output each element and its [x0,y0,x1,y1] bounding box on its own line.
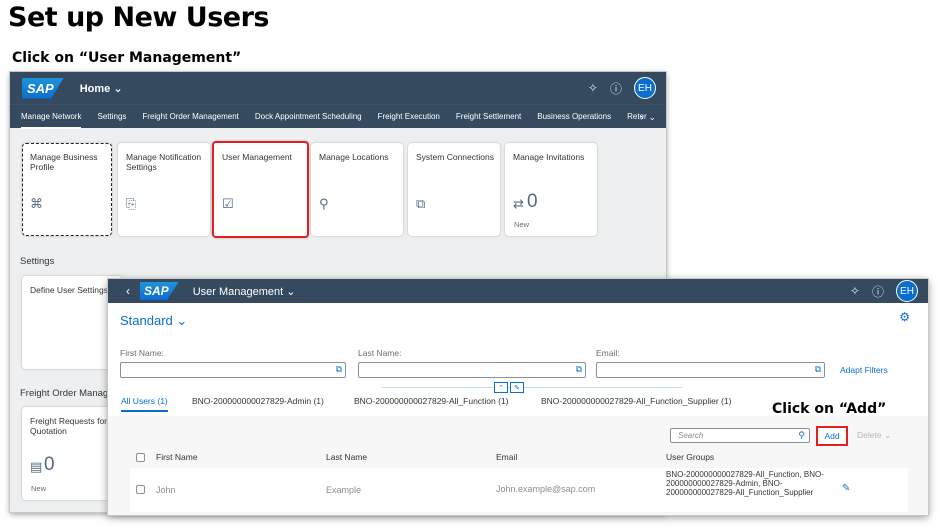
tab-all-function-group[interactable]: BNO-200000000027829-All_Function (1) [354,396,509,406]
cell-user-groups: BNO-200000000027829-All_Function, BNO-20… [666,470,824,497]
tab-manage-network[interactable]: Manage Network [21,105,82,129]
location-pin-icon: ⚲ [319,196,329,211]
search-input[interactable]: Search ⚲ [670,428,810,443]
section-freight-order-management: Freight Order Manage [20,388,114,399]
section-settings: Settings [20,256,55,267]
notifications-icon[interactable]: ✧ [588,81,598,95]
people-exchange-icon: ⇄ [513,196,524,211]
header-divider [382,387,682,388]
cell-email: John.example@sap.com [496,484,596,494]
nav-overflow-icon[interactable]: › ⌄ [640,105,656,129]
tab-admin-group[interactable]: BNO-200000000027829-Admin (1) [192,396,324,406]
tab-all-users[interactable]: All Users (1) [121,396,168,412]
search-icon[interactable]: ⚲ [798,429,805,442]
tile-manage-business-profile[interactable]: Manage Business Profile ⌘ [22,143,112,236]
collapse-header-icon[interactable]: ⌃ [494,382,508,393]
connections-icon: ⧉ [416,196,426,211]
last-name-input[interactable]: ⧉ [358,362,586,378]
adapt-filters-link[interactable]: Adapt Filters [840,365,888,375]
back-arrow-icon[interactable]: ‹ [126,284,130,298]
tile-title: Manage Business Profile [30,152,98,172]
tile-manage-invitations[interactable]: Manage Invitations ⇄ 0 New [505,143,597,236]
avatar[interactable]: EH [896,280,918,302]
add-user-button[interactable]: Add [816,426,848,446]
help-icon[interactable]: ⓘ [872,283,884,300]
column-first-name[interactable]: First Name [156,452,198,462]
pin-header-icon[interactable]: ✎ [510,382,524,393]
clipboard-check-icon: ☑ [222,196,234,211]
last-name-label: Last Name: [358,348,402,358]
value-help-icon[interactable]: ⧉ [815,364,821,375]
tile-title: User Management [222,152,292,162]
select-all-checkbox[interactable] [136,453,145,462]
app-title-menu[interactable]: User Management ⌄ [193,285,296,298]
email-label: Email: [596,348,620,358]
sap-logo[interactable]: SAP [22,77,64,99]
column-user-groups[interactable]: User Groups [666,452,714,462]
tile-manage-locations[interactable]: Manage Locations ⚲ [311,143,403,236]
sap-logo[interactable]: SAP [140,282,179,300]
clipboard-list-icon: ▤ [30,459,43,474]
cell-last-name: Example [326,485,362,495]
table-header: First Name Last Name Email User Groups [130,451,908,467]
instruction-text: Click on “User Management” [12,50,242,66]
value-help-icon[interactable]: ⧉ [576,364,582,375]
tab-freight-settlement[interactable]: Freight Settlement [456,105,521,129]
avatar[interactable]: EH [634,77,656,99]
tile-freight-requests-for-quotation[interactable]: Freight Requests for Quotation ▤ 0 New [22,407,122,500]
launchpad-nav-bar: Manage Network Settings Freight Order Ma… [10,104,666,129]
tile-title: Manage Locations [319,152,389,162]
tab-business-operations[interactable]: Business Operations [537,105,611,129]
tile-footer: New [514,220,530,229]
tile-title: Freight Requests for Quotation [30,416,108,436]
tile-title: Define User Settings [30,285,108,295]
tile-manage-notification-settings[interactable]: Manage Notification Settings ⎘ [118,143,210,236]
help-icon[interactable]: ⓘ [610,80,622,97]
user-management-shell-bar: ‹ SAP User Management ⌄ ✧ ⓘ EH [108,279,928,303]
tile-user-management[interactable]: User Management ☑ [212,141,309,238]
tile-footer: New [31,484,47,493]
tile-count: 0 [527,191,538,212]
tile-count: 0 [44,454,55,475]
tile-system-connections[interactable]: System Connections ⧉ [408,143,500,236]
tab-settings[interactable]: Settings [97,105,126,129]
person-card-icon: ⌘ [30,196,43,211]
notifications-icon[interactable]: ✧ [850,284,860,298]
table-settings-icon[interactable]: ⚙ [899,310,910,324]
tab-freight-execution[interactable]: Freight Execution [378,105,440,129]
launchpad-shell-bar: SAP Home ⌄ ✧ ⓘ EH [10,72,666,104]
delete-button[interactable]: Delete ⌄ [857,430,891,441]
column-email[interactable]: Email [496,452,517,462]
doc-search-icon: ⎘ [126,196,137,211]
tile-title: Manage Invitations [513,152,585,162]
tab-freight-order-management[interactable]: Freight Order Management [142,105,239,129]
user-management-screenshot: ‹ SAP User Management ⌄ ✧ ⓘ EH Standard … [108,279,928,515]
tab-all-function-supplier-group[interactable]: BNO-200000000027829-All_Function_Supplie… [541,396,731,406]
email-input[interactable]: ⧉ [596,362,825,378]
tab-dock-appointment-scheduling[interactable]: Dock Appointment Scheduling [255,105,362,129]
edit-pencil-icon[interactable]: ✎ [842,483,850,494]
first-name-label: First Name: [120,348,164,358]
row-checkbox[interactable] [136,485,145,494]
tile-define-user-settings[interactable]: Define User Settings [22,276,122,369]
header-collapse-controls: ⌃ ✎ [494,382,524,393]
value-help-icon[interactable]: ⧉ [336,364,342,375]
tile-title: Manage Notification Settings [126,152,202,172]
variant-selector[interactable]: Standard ⌄ [120,313,187,329]
column-last-name[interactable]: Last Name [326,452,367,462]
page-title: Set up New Users [8,2,269,33]
first-name-input[interactable]: ⧉ [120,362,346,378]
cell-first-name: John [156,485,176,495]
tile-title: System Connections [416,152,494,162]
home-menu[interactable]: Home ⌄ [80,82,123,95]
table-row[interactable]: John Example John.example@sap.com BNO-20… [130,468,908,512]
add-callout-text: Click on “Add” [772,401,887,417]
